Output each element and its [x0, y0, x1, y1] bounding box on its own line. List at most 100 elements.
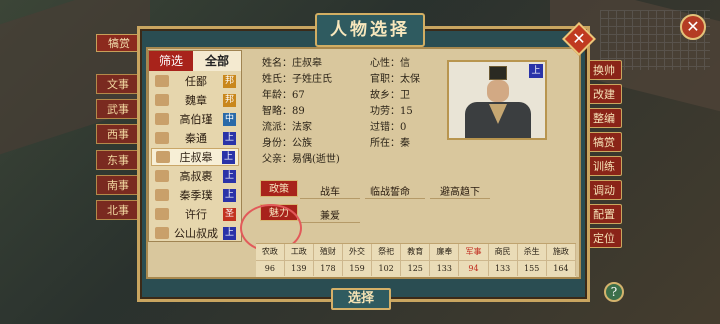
- character-row[interactable]: 许行 圣: [151, 205, 239, 223]
- close-icon: ✕: [572, 29, 586, 48]
- rank-badge: 圣: [223, 207, 236, 221]
- temper-field: 心性：信: [370, 58, 410, 69]
- stat-header: 工政: [284, 244, 314, 261]
- menu-xunlian[interactable]: 训练: [586, 156, 622, 176]
- character-icon: [155, 208, 169, 220]
- character-name: 高伯瑾: [179, 113, 213, 126]
- character-row[interactable]: 高叔裹上: [151, 167, 239, 185]
- stat-value: 96: [256, 260, 285, 276]
- stat-value: 178: [313, 260, 343, 276]
- character-name: 公山叔成: [174, 227, 218, 240]
- reward-tag[interactable]: 犒赏: [96, 34, 142, 52]
- select-button[interactable]: 选择: [331, 288, 391, 310]
- stat-value: 164: [546, 260, 577, 276]
- character-name: 秦季璞: [179, 189, 213, 202]
- bg-tab-1: 文事: [96, 74, 140, 94]
- age-field: 年龄：67: [262, 90, 305, 101]
- stat-header: 外交: [342, 244, 373, 261]
- menu-dingwei[interactable]: 定位: [586, 228, 622, 248]
- stat-header: 杀生: [517, 244, 547, 261]
- character-icon: [155, 113, 169, 125]
- character-name: 庄叔皋: [179, 151, 213, 164]
- close-icon: ✕: [686, 17, 700, 36]
- skill-bigao[interactable]: 避高趋下: [440, 183, 480, 198]
- skill-zhanche[interactable]: 战车: [320, 183, 340, 198]
- character-name: 魏章: [185, 94, 207, 107]
- fault-field: 过错：0: [370, 122, 407, 133]
- bg-tab-4: 东事: [96, 150, 140, 170]
- character-icon: [155, 132, 169, 144]
- bg-tab-2: 武事: [96, 99, 140, 119]
- stat-value: 133: [488, 260, 518, 276]
- rank-badge: 上: [529, 64, 543, 78]
- stat-value: 155: [517, 260, 547, 276]
- stat-header: 施政: [546, 244, 577, 261]
- stat-header: 军事: [458, 244, 489, 261]
- character-name: 任鄙: [185, 75, 207, 88]
- father-field: 父亲：易偶(逝世): [262, 154, 340, 165]
- panel-title: 人物选择: [315, 13, 425, 47]
- character-row[interactable]: 任鄙 邦: [151, 72, 239, 90]
- character-row[interactable]: 庄叔皋上: [151, 148, 239, 166]
- intel-field: 智略：89: [262, 106, 305, 117]
- stat-header: 教育: [400, 244, 431, 261]
- character-row[interactable]: 魏章 邦: [151, 91, 239, 109]
- menu-kaoshang[interactable]: 犒赏: [586, 132, 622, 152]
- character-name: 高叔裹: [179, 170, 213, 183]
- school-field: 流派：法家: [262, 122, 312, 133]
- rank-badge: 上: [223, 131, 236, 145]
- menu-zhengbian[interactable]: 整编: [586, 108, 622, 128]
- stat-value: 102: [371, 260, 402, 276]
- bg-tab-3: 西事: [96, 124, 140, 144]
- filter-button[interactable]: 筛选: [149, 51, 193, 71]
- stats-table: 农政 工政 殖财 外交 祭祀 教育 廉奉 军事 商民 杀生 施政 96 139 178 159 102 125…: [256, 243, 577, 277]
- rank-badge: 上: [222, 150, 235, 164]
- menu-diaodong[interactable]: 调动: [586, 180, 622, 200]
- bg-tab-5: 南事: [96, 175, 140, 195]
- stat-value: 133: [429, 260, 460, 276]
- rank-badge: 上: [223, 226, 236, 240]
- status-field: 身份：公族: [262, 138, 312, 149]
- stat-header: 农政: [256, 244, 285, 261]
- name-field: 姓名：庄叔皋: [262, 58, 322, 69]
- character-icon: [155, 227, 169, 239]
- policy-tag: 政策: [260, 180, 298, 197]
- character-icon: [155, 94, 169, 106]
- character-row[interactable]: 公山叔成上: [151, 224, 239, 242]
- character-icon: [155, 170, 169, 182]
- merit-field: 功劳：15: [370, 106, 413, 117]
- surname-field: 姓氏：子姓庄氏: [262, 74, 332, 85]
- rank-badge: 上: [223, 169, 236, 183]
- character-name: 秦通: [185, 132, 207, 145]
- menu-huanshuai[interactable]: 换帅: [586, 60, 622, 80]
- outer-close-button[interactable]: ✕: [680, 14, 706, 40]
- bg-tab-6: 北事: [96, 200, 140, 220]
- skill-jianai[interactable]: 兼爱: [320, 207, 340, 222]
- character-icon: [156, 151, 170, 163]
- rank-badge: 中: [223, 112, 236, 126]
- stat-header: 祭祀: [371, 244, 402, 261]
- character-row[interactable]: 高伯瑾中: [151, 110, 239, 128]
- stat-value: 159: [342, 260, 373, 276]
- stat-value: 139: [284, 260, 314, 276]
- character-row[interactable]: 秦通 上: [151, 129, 239, 147]
- stat-value: 125: [400, 260, 431, 276]
- character-portrait: 上: [447, 60, 547, 140]
- stat-value: 94: [458, 260, 489, 276]
- character-icon: [155, 189, 169, 201]
- character-name: 许行: [185, 208, 207, 221]
- location-field: 所在：秦: [370, 138, 410, 149]
- rank-badge: 上: [223, 188, 236, 202]
- skill-linzhan[interactable]: 临战誓命: [370, 183, 410, 198]
- rank-badge: 邦: [223, 74, 236, 88]
- all-tab[interactable]: 全部: [193, 51, 241, 71]
- character-list: 筛选 全部 任鄙邦魏章邦高伯瑾中秦通上庄叔皋上高叔裹上秦季璞上许行圣公山叔成上: [148, 50, 242, 242]
- character-row[interactable]: 秦季璞上: [151, 186, 239, 204]
- menu-gaijian[interactable]: 改建: [586, 84, 622, 104]
- menu-peizhi[interactable]: 配置: [586, 204, 622, 224]
- stat-header: 廉奉: [429, 244, 460, 261]
- help-button[interactable]: ?: [604, 282, 624, 302]
- stat-header: 商民: [488, 244, 518, 261]
- hometown-field: 故乡：卫: [370, 90, 410, 101]
- stat-header: 殖财: [313, 244, 343, 261]
